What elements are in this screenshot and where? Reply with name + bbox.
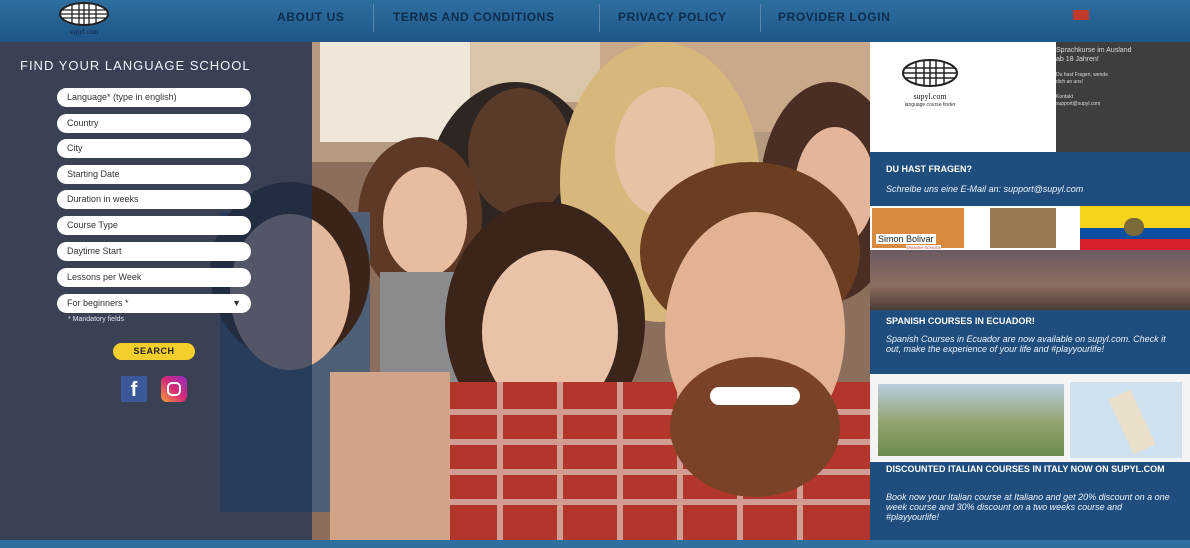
- facebook-icon[interactable]: f: [121, 376, 147, 402]
- news-heading-ecuador: SPANISH COURSES IN ECUADOR!: [886, 316, 1035, 326]
- nav-privacy[interactable]: PRIVACY POLICY: [618, 10, 727, 24]
- italy-map: [1070, 382, 1182, 458]
- site-logo[interactable]: supyl.com: [55, 0, 113, 40]
- card-line: Sprachkurse im Ausland: [1056, 47, 1132, 54]
- card-logo-subtitle: language course finder: [904, 102, 956, 108]
- level-select[interactable]: For beginners * ▼: [57, 294, 251, 313]
- supyl-card-info: Sprachkurse im Ausland ab 18 Jahren! Du …: [1056, 42, 1190, 152]
- news-text-questions: Schreibe uns eine E-Mail an: support@sup…: [886, 184, 1084, 194]
- card-logo-text: supyl.com: [913, 92, 947, 101]
- card-line: Du hast Fragen, wende: [1056, 72, 1108, 78]
- daytime-start-input[interactable]: Daytime Start: [57, 242, 251, 261]
- country-input[interactable]: Country: [57, 114, 251, 133]
- simon-bolivar-banner[interactable]: Simon Bolivar SPANISH SCHOOL: [870, 206, 1190, 250]
- ecuador-landscape-image[interactable]: [870, 250, 1190, 310]
- globe-logo-icon: [59, 2, 109, 26]
- news-text-italy: Book now your Italian course at Italiano…: [886, 492, 1170, 522]
- nav-divider: [373, 4, 374, 32]
- course-type-input[interactable]: Course Type: [57, 216, 251, 235]
- level-select-value: For beginners *: [67, 298, 129, 308]
- nav-about-us[interactable]: ABOUT US: [277, 10, 344, 24]
- italy-shape: [1108, 389, 1156, 455]
- starting-date-input[interactable]: Starting Date: [57, 165, 251, 184]
- school-logo: Simon Bolivar SPANISH SCHOOL: [872, 208, 964, 250]
- language-flag-icon[interactable]: [1073, 10, 1089, 20]
- news-heading-questions: DU HAST FRAGEN?: [886, 164, 972, 174]
- nav-divider: [760, 4, 761, 32]
- flag-emblem: [1124, 218, 1144, 236]
- nav-terms[interactable]: TERMS AND CONDITIONS: [393, 10, 555, 24]
- nav-divider: [599, 4, 600, 32]
- language-input[interactable]: Language* (type in english): [57, 88, 251, 107]
- instagram-icon[interactable]: [161, 376, 187, 402]
- school-photo: [990, 208, 1056, 248]
- top-navigation-bar: supyl.com ABOUT US TERMS AND CONDITIONS …: [0, 0, 1190, 42]
- dropdown-arrow-icon: ▼: [232, 298, 241, 308]
- instagram-ring: [167, 382, 181, 396]
- nav-provider-login[interactable]: PROVIDER LOGIN: [778, 10, 890, 24]
- news-text-ecuador: Spanish Courses in Ecuador are now avail…: [886, 334, 1166, 354]
- card-line: Kontakt: [1056, 94, 1073, 100]
- ecuador-flag-icon: [1080, 206, 1190, 250]
- search-sidebar: FIND YOUR LANGUAGE SCHOOL Language* (typ…: [0, 42, 312, 540]
- city-input[interactable]: City: [57, 139, 251, 158]
- italy-photo: [878, 384, 1064, 456]
- sidebar-title: FIND YOUR LANGUAGE SCHOOL: [20, 58, 251, 73]
- mandatory-note: * Mandatory fields: [68, 316, 125, 323]
- news-heading-italy: DISCOUNTED ITALIAN COURSES IN ITALY NOW …: [886, 464, 1165, 474]
- card-line: ab 18 Jahren!: [1056, 56, 1099, 63]
- card-line: support@supyl.com: [1056, 101, 1101, 107]
- card-line: dich an uns!: [1056, 79, 1083, 85]
- duration-input[interactable]: Duration in weeks: [57, 190, 251, 209]
- news-sidebar: supyl.com language course finder Sprachk…: [870, 42, 1190, 540]
- footer-bar: [0, 540, 1190, 548]
- logo-text: supyl.com: [69, 28, 99, 36]
- italy-banner[interactable]: [870, 374, 1190, 462]
- school-name: Simon Bolivar: [876, 234, 936, 244]
- supyl-card[interactable]: supyl.com language course finder: [870, 42, 1056, 152]
- lessons-per-week-input[interactable]: Lessons per Week: [57, 268, 251, 287]
- globe-logo-icon: [902, 59, 958, 87]
- search-button[interactable]: SEARCH: [113, 343, 195, 360]
